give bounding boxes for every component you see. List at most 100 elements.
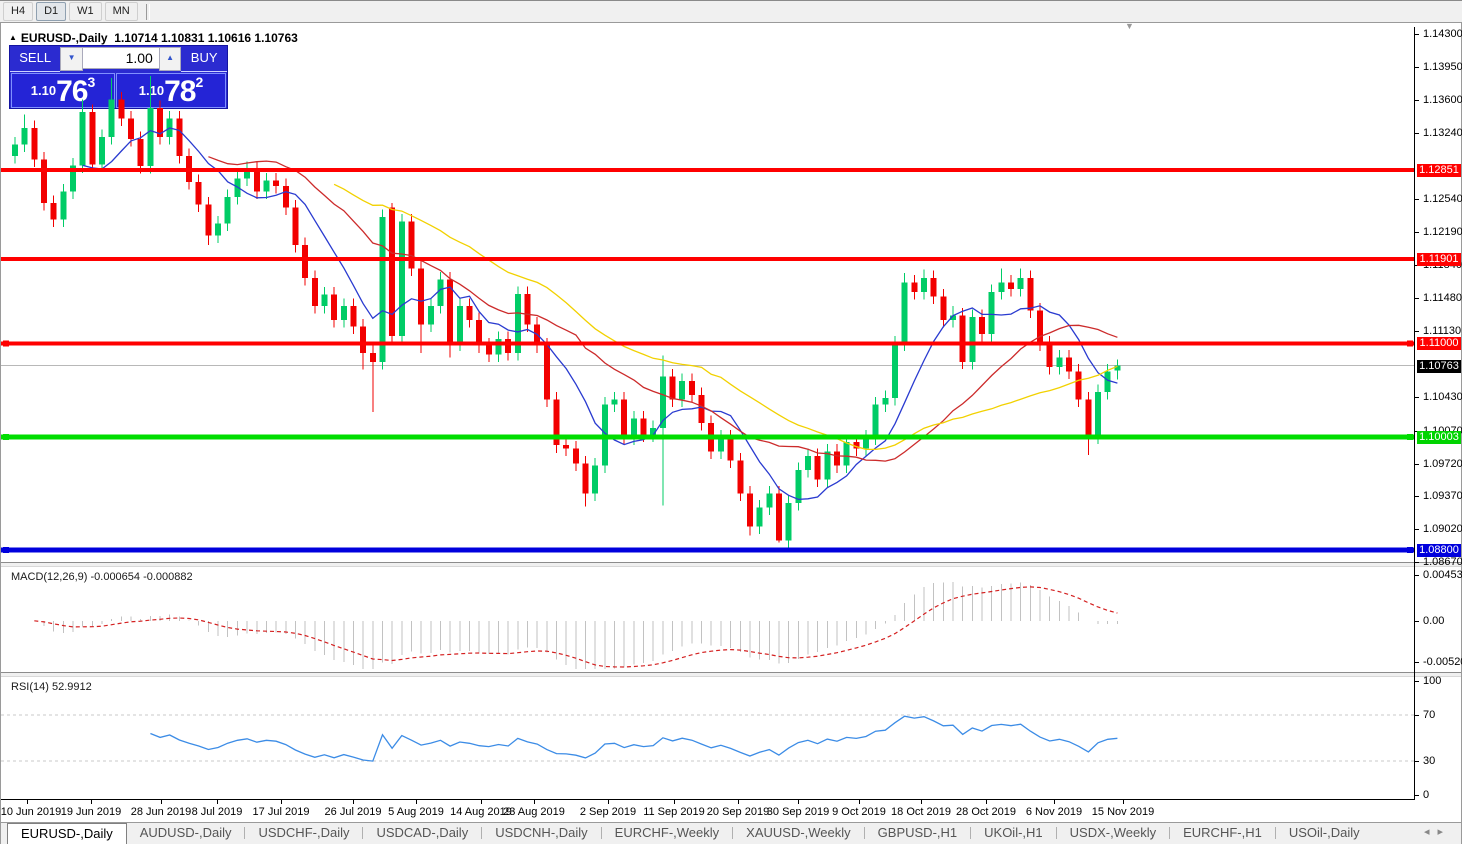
date-tick-label: 9 Oct 2019 bbox=[832, 806, 886, 818]
candle-body bbox=[1105, 372, 1111, 393]
timeframe-button-h4[interactable]: H4 bbox=[3, 2, 33, 21]
tab-eurchf-weekly[interactable]: EURCHF-,Weekly bbox=[602, 823, 733, 844]
tab-gbpusd-h1[interactable]: GBPUSD-,H1 bbox=[865, 823, 970, 844]
candle-body bbox=[176, 118, 182, 156]
horizontal-line-1.12851[interactable] bbox=[1, 168, 1414, 172]
price-tick-label: 1.12540 bbox=[1423, 193, 1462, 205]
candle-body bbox=[641, 418, 647, 434]
date-tick-label: 11 Sep 2019 bbox=[643, 806, 705, 818]
tab-usdchf-daily[interactable]: USDCHF-,Daily bbox=[245, 823, 362, 844]
candle-body bbox=[418, 268, 424, 324]
candle-body bbox=[815, 456, 821, 479]
date-tick-label: 6 Nov 2019 bbox=[1026, 806, 1082, 818]
tab-usdcnh-daily[interactable]: USDCNH-,Daily bbox=[482, 823, 600, 844]
date-tick bbox=[353, 800, 354, 804]
candle-body bbox=[921, 278, 927, 292]
price-tick-label: 1.14300 bbox=[1423, 28, 1462, 40]
tab-scroll-left-icon[interactable]: ◂ bbox=[1424, 826, 1438, 838]
candle-body bbox=[747, 494, 753, 527]
price-tick bbox=[1414, 232, 1419, 233]
timeframe-button-w1[interactable]: W1 bbox=[69, 2, 102, 21]
candle-body bbox=[51, 203, 57, 220]
price-tick-label: 1.09020 bbox=[1423, 523, 1462, 535]
price-label-1.11901: 1.11901 bbox=[1417, 253, 1461, 266]
tab-scroll-right-icon[interactable]: ▸ bbox=[1437, 826, 1451, 838]
tab-eurchf-h1[interactable]: EURCHF-,H1 bbox=[1170, 823, 1275, 844]
macd-canvas[interactable] bbox=[1, 566, 1414, 671]
price-label-1.10003: 1.10003 bbox=[1417, 431, 1461, 444]
price-tick-label: 1.09370 bbox=[1423, 490, 1462, 502]
timeframe-button-mn[interactable]: MN bbox=[105, 2, 138, 21]
candle-body bbox=[689, 381, 695, 395]
macd-axis-label: 0.00 bbox=[1423, 615, 1444, 627]
candle-body bbox=[612, 400, 618, 405]
date-tick-label: 28 Oct 2019 bbox=[956, 806, 1016, 818]
candle-body bbox=[283, 186, 289, 208]
date-tick-label: 23 Aug 2019 bbox=[503, 806, 565, 818]
price-tick-label: 1.13600 bbox=[1423, 94, 1462, 106]
candle-body bbox=[525, 294, 531, 325]
timeframe-button-d1[interactable]: D1 bbox=[36, 2, 66, 21]
line-handle[interactable] bbox=[3, 547, 9, 553]
price-tick-label: 1.13950 bbox=[1423, 61, 1462, 73]
horizontal-line-1.088[interactable] bbox=[1, 547, 1414, 552]
date-tick bbox=[91, 800, 92, 804]
line-handle[interactable] bbox=[3, 434, 9, 440]
line-handle[interactable] bbox=[3, 340, 9, 346]
tab-scroll-arrows[interactable]: ◂▸ bbox=[1424, 825, 1451, 838]
candle-body bbox=[1008, 283, 1014, 290]
price-tick bbox=[1414, 464, 1419, 465]
chart-window: ▼ ▲EURUSD-,Daily 1.10714 1.10831 1.10616… bbox=[0, 22, 1462, 844]
rsi-axis-tick bbox=[1414, 715, 1419, 716]
candle-body bbox=[998, 283, 1004, 292]
date-tick bbox=[534, 800, 535, 804]
tab-audusd-daily[interactable]: AUDUSD-,Daily bbox=[127, 823, 245, 844]
candle-body bbox=[786, 503, 792, 541]
tab-ukoil-h1[interactable]: UKOil-,H1 bbox=[971, 823, 1056, 844]
tab-xauusd-weekly[interactable]: XAUUSD-,Weekly bbox=[733, 823, 864, 844]
date-tick bbox=[674, 800, 675, 804]
price-tick-label: 1.11480 bbox=[1423, 292, 1462, 304]
candle-body bbox=[776, 494, 782, 541]
candle-body bbox=[99, 137, 105, 164]
price-tick bbox=[1414, 298, 1419, 299]
date-tick bbox=[1123, 800, 1124, 804]
candle-body bbox=[1037, 311, 1043, 344]
candle-body bbox=[844, 442, 850, 465]
candle-body bbox=[728, 437, 734, 460]
candle-body bbox=[22, 128, 28, 145]
candle-body bbox=[254, 169, 260, 192]
price-tick-label: 1.11130 bbox=[1423, 325, 1461, 337]
candle-body bbox=[399, 222, 405, 336]
horizontal-line-1.10003[interactable] bbox=[1, 434, 1414, 439]
date-tick-label: 5 Aug 2019 bbox=[388, 806, 444, 818]
price-label-1.08800: 1.08800 bbox=[1417, 544, 1461, 557]
date-tick bbox=[738, 800, 739, 804]
tab-usoil-daily[interactable]: USOil-,Daily bbox=[1276, 823, 1373, 844]
tab-eurusd-daily[interactable]: EURUSD-,Daily bbox=[7, 823, 127, 844]
candle-body bbox=[437, 280, 443, 306]
line-handle[interactable] bbox=[1407, 547, 1413, 553]
timeframe-toolbar: H4D1W1MN bbox=[0, 0, 1462, 23]
price-tick-label: 1.10430 bbox=[1423, 391, 1462, 403]
line-handle[interactable] bbox=[1407, 434, 1413, 440]
price-tick bbox=[1414, 133, 1419, 134]
rsi-label: RSI(14) 52.9912 bbox=[11, 681, 92, 693]
rsi-canvas[interactable] bbox=[1, 676, 1414, 800]
horizontal-line-1.11[interactable] bbox=[1, 341, 1414, 345]
date-tick bbox=[798, 800, 799, 804]
price-axis-divider bbox=[1414, 27, 1415, 800]
candle-body bbox=[892, 343, 898, 397]
candle-body bbox=[486, 345, 492, 354]
candle-body bbox=[205, 205, 211, 236]
horizontal-line-1.11901[interactable] bbox=[1, 257, 1414, 261]
candle-body bbox=[60, 192, 66, 220]
price-tick bbox=[1414, 34, 1419, 35]
price-tick-label: 1.13240 bbox=[1423, 127, 1462, 139]
tab-usdcad-daily[interactable]: USDCAD-,Daily bbox=[363, 823, 481, 844]
candle-body bbox=[1056, 358, 1062, 367]
main-chart-canvas[interactable] bbox=[1, 27, 1414, 561]
line-handle[interactable] bbox=[1407, 340, 1413, 346]
date-tick-label: 8 Jul 2019 bbox=[192, 806, 243, 818]
tab-usdx-weekly[interactable]: USDX-,Weekly bbox=[1057, 823, 1169, 844]
